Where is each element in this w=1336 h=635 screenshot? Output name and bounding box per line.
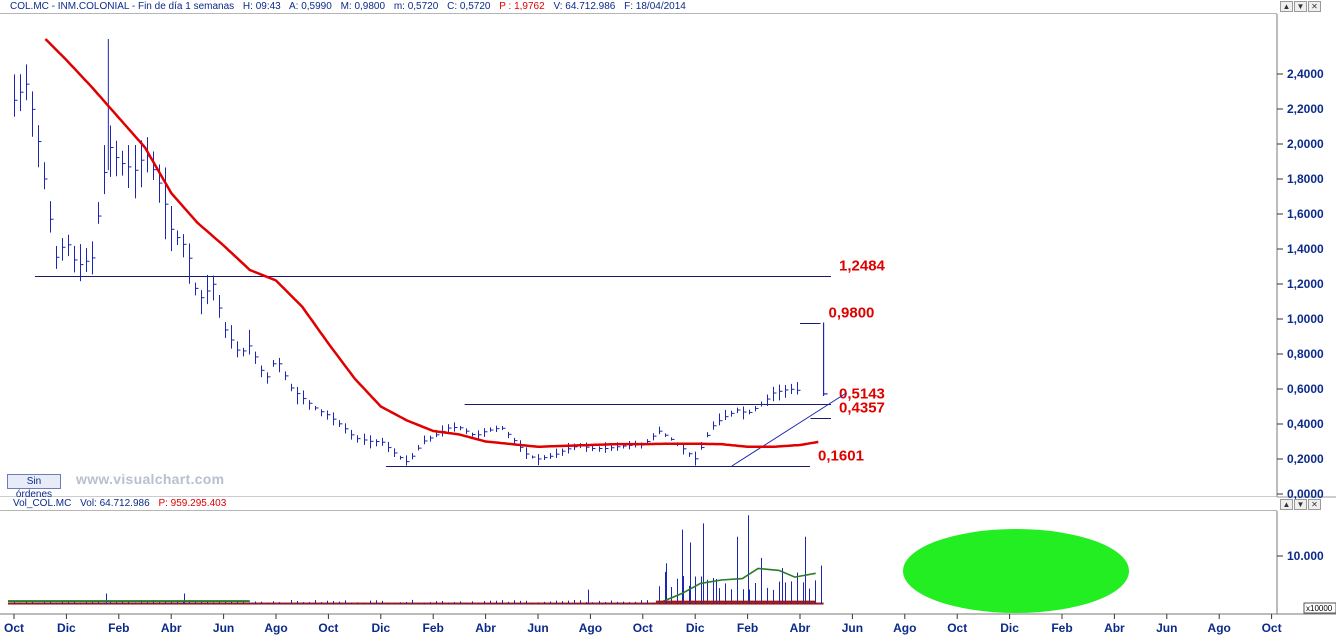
x-tick-label: Feb bbox=[1051, 621, 1072, 635]
volume-p: P: 959.295.403 bbox=[158, 498, 227, 509]
price-y-tick-label: 1,6000 bbox=[1287, 207, 1324, 221]
price-y-tick-label: 1,4000 bbox=[1287, 242, 1324, 256]
price-y-tick-label: 1,0000 bbox=[1287, 312, 1324, 326]
x-tick-label: Oct bbox=[318, 621, 338, 635]
volume-close-button[interactable]: ✕ bbox=[1308, 499, 1321, 510]
scroll-down-button[interactable]: ▼ bbox=[1294, 1, 1307, 12]
x-tick-label: Oct bbox=[4, 621, 24, 635]
watermark: www.visualchart.com bbox=[76, 471, 225, 487]
level-label: 1,2484 bbox=[839, 258, 886, 275]
x-tick-label: Jun bbox=[213, 621, 234, 635]
price-header: COL.MC - INM.COLONIAL - Fin de día 1 sem… bbox=[0, 0, 1277, 14]
x-tick-label: Dic bbox=[1000, 621, 1019, 635]
x-tick-label: Abr bbox=[161, 621, 182, 635]
volume-window-controls: ▲ ▼ ✕ bbox=[1280, 499, 1321, 510]
level-label: 0,9800 bbox=[829, 305, 875, 322]
volume-header: Vol_COL.MC Vol: 64.712.986 P: 959.295.40… bbox=[0, 497, 1277, 511]
header-p: P : 1,9762 bbox=[499, 1, 545, 12]
volume-y-tick-label: 10.000 bbox=[1287, 549, 1324, 563]
x-tick-label: Jun bbox=[527, 621, 548, 635]
x-tick-label: Oct bbox=[1262, 621, 1282, 635]
date-x-axis: Oct Dic Feb Abr Jun Ago Oct Dic Feb Abr Jun Ago Oct D… bbox=[4, 614, 1282, 635]
x-tick-label: Ago bbox=[264, 621, 287, 635]
x-tick-label: Abr bbox=[790, 621, 811, 635]
price-y-tick-label: 0,8000 bbox=[1287, 347, 1324, 361]
scroll-up-button[interactable]: ▲ bbox=[1280, 1, 1293, 12]
header-date: F: 18/04/2014 bbox=[624, 1, 686, 12]
x-tick-label: Abr bbox=[475, 621, 496, 635]
x-tick-label: Jun bbox=[1156, 621, 1177, 635]
volume-scroll-down-button[interactable]: ▼ bbox=[1294, 499, 1307, 510]
price-y-tick-label: 1,8000 bbox=[1287, 172, 1324, 186]
x-tick-label: Oct bbox=[633, 621, 653, 635]
x-tick-label: Ago bbox=[1208, 621, 1231, 635]
price-y-tick-label: 0,4000 bbox=[1287, 417, 1324, 431]
close-panel-button[interactable]: ✕ bbox=[1308, 1, 1321, 12]
x-tick-label: Dic bbox=[57, 621, 76, 635]
x-tick-label: Dic bbox=[686, 621, 705, 635]
header-max: M: 0,9800 bbox=[340, 1, 386, 12]
volume-value: Vol: 64.712.986 bbox=[80, 498, 150, 509]
x-tick-label: Oct bbox=[947, 621, 967, 635]
price-y-tick-label: 0,6000 bbox=[1287, 382, 1324, 396]
header-volume: V: 64.712.986 bbox=[553, 1, 616, 12]
header-symbol: COL.MC - INM.COLONIAL - Fin de día 1 sem… bbox=[10, 1, 235, 12]
header-high: H: 09:43 bbox=[242, 1, 281, 12]
x-tick-label: Feb bbox=[737, 621, 758, 635]
price-y-tick-label: 0,2000 bbox=[1287, 452, 1324, 466]
chart-canvas: 1,24840,98000,51430,43570,1601 0,00000,2… bbox=[0, 0, 1336, 635]
x-tick-label: Dic bbox=[371, 621, 390, 635]
x-tick-label: Feb bbox=[423, 621, 444, 635]
price-y-tick-label: 2,0000 bbox=[1287, 137, 1324, 151]
header-min: m: 0,5720 bbox=[393, 1, 439, 12]
price-y-tick-label: 2,4000 bbox=[1287, 67, 1324, 81]
price-y-tick-label: 1,2000 bbox=[1287, 277, 1324, 291]
header-open: A: 0,5990 bbox=[288, 1, 332, 12]
volume-scroll-up-button[interactable]: ▲ bbox=[1280, 499, 1293, 510]
level-label: 0,4357 bbox=[839, 400, 885, 417]
volume-bars bbox=[8, 515, 824, 605]
volume-moving-average bbox=[660, 567, 816, 603]
volume-multiplier-label: x10000 bbox=[1306, 604, 1333, 613]
header-close: C: 0,5720 bbox=[447, 1, 491, 12]
x-tick-label: Feb bbox=[108, 621, 129, 635]
x-tick-label: Ago bbox=[579, 621, 602, 635]
level-label: 0,1601 bbox=[818, 448, 864, 465]
volume-highlight-ellipse bbox=[903, 529, 1129, 613]
sin-ordenes-button[interactable]: Sin órdenes bbox=[7, 474, 61, 500]
price-y-tick-label: 2,2000 bbox=[1287, 102, 1324, 116]
price-panel bbox=[0, 14, 1336, 497]
x-tick-label: Jun bbox=[842, 621, 863, 635]
price-window-controls: ▲ ▼ ✕ bbox=[1280, 1, 1321, 12]
volume-y-axis: 10.000 x10000 bbox=[1277, 549, 1336, 614]
x-tick-label: Ago bbox=[893, 621, 916, 635]
x-tick-label: Abr bbox=[1104, 621, 1125, 635]
